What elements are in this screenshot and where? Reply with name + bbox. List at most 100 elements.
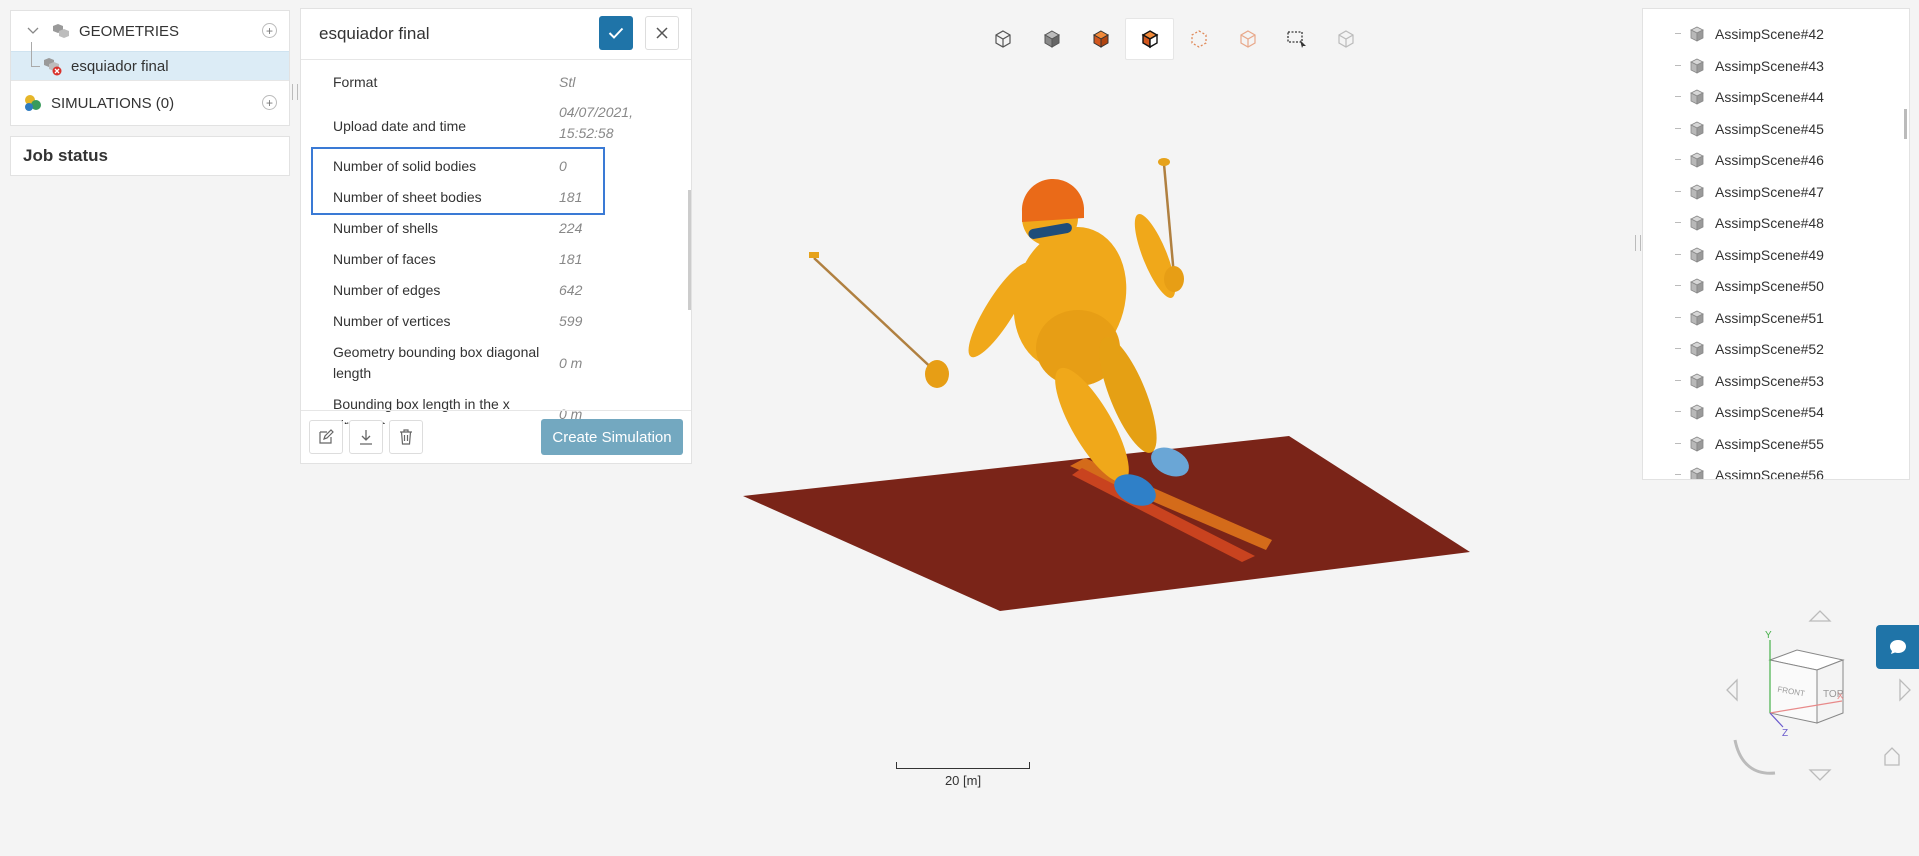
body-cube-icon (1690, 373, 1704, 389)
cube-top-label: TOP (1823, 689, 1844, 700)
left-pole-tip (809, 252, 819, 258)
property-value: Stl (559, 74, 576, 90)
tree-connector (1675, 316, 1681, 318)
nav-home-icon (1884, 747, 1900, 766)
edit-button[interactable] (309, 420, 343, 454)
model-tree-resize-handle[interactable] (1635, 235, 1641, 251)
delete-button[interactable] (389, 420, 423, 454)
panel-resize-handle[interactable] (292, 84, 298, 100)
hide-selection-button[interactable] (1321, 18, 1370, 60)
body-cube-icon (1690, 404, 1704, 420)
left-pole (813, 257, 939, 375)
model-tree-item[interactable]: AssimpScene#56 (1675, 465, 1824, 480)
scale-bar-line (896, 762, 1030, 769)
tree-connector (1675, 64, 1681, 66)
geometry-error-icon (41, 56, 65, 76)
chat-icon (1889, 640, 1906, 654)
properties-title: esquiador final (319, 24, 430, 43)
trash-icon (400, 429, 412, 445)
tree-connector (1675, 348, 1681, 349)
download-button[interactable] (349, 420, 383, 454)
geometries-header[interactable]: GEOMETRIES + (11, 11, 289, 51)
axis-z-label: Z (1782, 728, 1788, 739)
simulations-label: SIMULATIONS (0) (51, 94, 175, 112)
job-status-panel[interactable]: Job status (10, 136, 290, 176)
chat-button[interactable] (1876, 625, 1919, 669)
cube-outline-icon (994, 30, 1011, 48)
solid-view-button[interactable] (1027, 18, 1076, 60)
properties-scrollbar[interactable] (688, 190, 691, 310)
property-key: Number of edges (333, 282, 441, 298)
model-tree-item-label: AssimpScene#52 (1715, 341, 1824, 357)
property-value: 599 (559, 313, 583, 329)
property-key: Format (333, 74, 378, 90)
tree-connector (1675, 159, 1681, 160)
chevron-down-icon[interactable] (25, 27, 41, 35)
model-tree-item[interactable]: AssimpScene#55 (1675, 434, 1824, 454)
surface-edges-button[interactable] (1125, 18, 1174, 60)
simulations-header[interactable]: SIMULATIONS (0) + (11, 81, 289, 125)
properties-header: esquiador final (301, 9, 691, 60)
wireframe-view-button[interactable] (978, 18, 1027, 60)
download-icon (360, 430, 372, 445)
model-tree-item[interactable]: AssimpScene#46 (1675, 150, 1824, 170)
tree-connector (1675, 222, 1681, 223)
model-tree-scrollbar[interactable] (1904, 109, 1907, 139)
model-tree-item[interactable]: AssimpScene#45 (1675, 119, 1824, 139)
model-tree-item-label: AssimpScene#46 (1715, 152, 1824, 168)
cube-orange-edges-icon (1141, 30, 1158, 49)
body-cube-icon (1690, 26, 1704, 42)
scale-bar-label: 20 [m] (944, 773, 982, 788)
skier-left-hand (925, 360, 949, 388)
tree-item-geometry[interactable]: esquiador final (11, 42, 289, 80)
cube-dotted-icon (1190, 30, 1207, 48)
model-tree-item[interactable]: AssimpScene#49 (1675, 245, 1824, 265)
shaded-edges-button[interactable] (1076, 18, 1125, 60)
model-tree-item[interactable]: AssimpScene#43 (1675, 56, 1824, 76)
box-select-icon (1286, 31, 1306, 48)
tree-connector (1675, 474, 1681, 475)
tree-connector (1675, 190, 1681, 192)
cube-solid-icon (1043, 30, 1060, 48)
model-tree-item[interactable]: AssimpScene#52 (1675, 339, 1824, 359)
body-cube-icon (1690, 121, 1704, 137)
tree-connector (1675, 379, 1681, 381)
body-cube-icon (1690, 436, 1704, 452)
model-tree-item-label: AssimpScene#42 (1715, 26, 1824, 42)
property-key: Upload date and time (333, 118, 467, 134)
model-tree-item[interactable]: AssimpScene#51 (1675, 308, 1824, 328)
confirm-button[interactable] (599, 16, 633, 50)
property-value: 224 (559, 220, 583, 236)
scale-bar: 20 [m] (896, 762, 1030, 788)
properties-list[interactable]: Format Stl Upload date and time 04/07/20… (301, 60, 691, 424)
property-value: 0 m (559, 355, 583, 371)
tree-connector (1675, 127, 1681, 129)
model-tree-item[interactable]: AssimpScene#53 (1675, 371, 1824, 391)
body-cube-icon (1690, 467, 1704, 479)
model-tree-item[interactable]: AssimpScene#42 (1675, 24, 1824, 44)
model-tree-item-label: AssimpScene#51 (1715, 309, 1824, 326)
model-tree-item[interactable]: AssimpScene#50 (1675, 276, 1824, 296)
tree-connector (1675, 33, 1681, 34)
tree-connector (31, 42, 40, 67)
edit-icon (319, 429, 334, 444)
model-tree-item[interactable]: AssimpScene#47 (1675, 182, 1824, 202)
model-tree-panel[interactable]: AssimpScene#42 AssimpScene#43 AssimpScene#… (1642, 8, 1910, 480)
create-simulation-button[interactable]: Create Simulation (541, 419, 683, 455)
model-tree-item[interactable]: AssimpScene#48 (1675, 213, 1824, 233)
add-simulation-icon[interactable]: + (262, 95, 277, 110)
model-tree-item-label: AssimpScene#56 (1715, 467, 1824, 480)
points-view-button[interactable] (1174, 18, 1223, 60)
model-tree-item[interactable]: AssimpScene#44 (1675, 87, 1824, 107)
add-geometry-icon[interactable]: + (262, 23, 277, 38)
model-tree-item-label: AssimpScene#44 (1715, 89, 1824, 105)
viewport-scene[interactable] (700, 130, 1500, 630)
property-key: Geometry bounding box diagonal length (333, 344, 540, 381)
transparent-view-button[interactable] (1223, 18, 1272, 60)
properties-footer: Create Simulation (301, 410, 691, 463)
model-tree-item[interactable]: AssimpScene#54 (1675, 402, 1824, 422)
body-cube-icon (1690, 89, 1704, 105)
nav-left-arrow (1726, 678, 1738, 702)
close-button[interactable] (645, 16, 679, 50)
box-select-button[interactable] (1272, 18, 1321, 60)
